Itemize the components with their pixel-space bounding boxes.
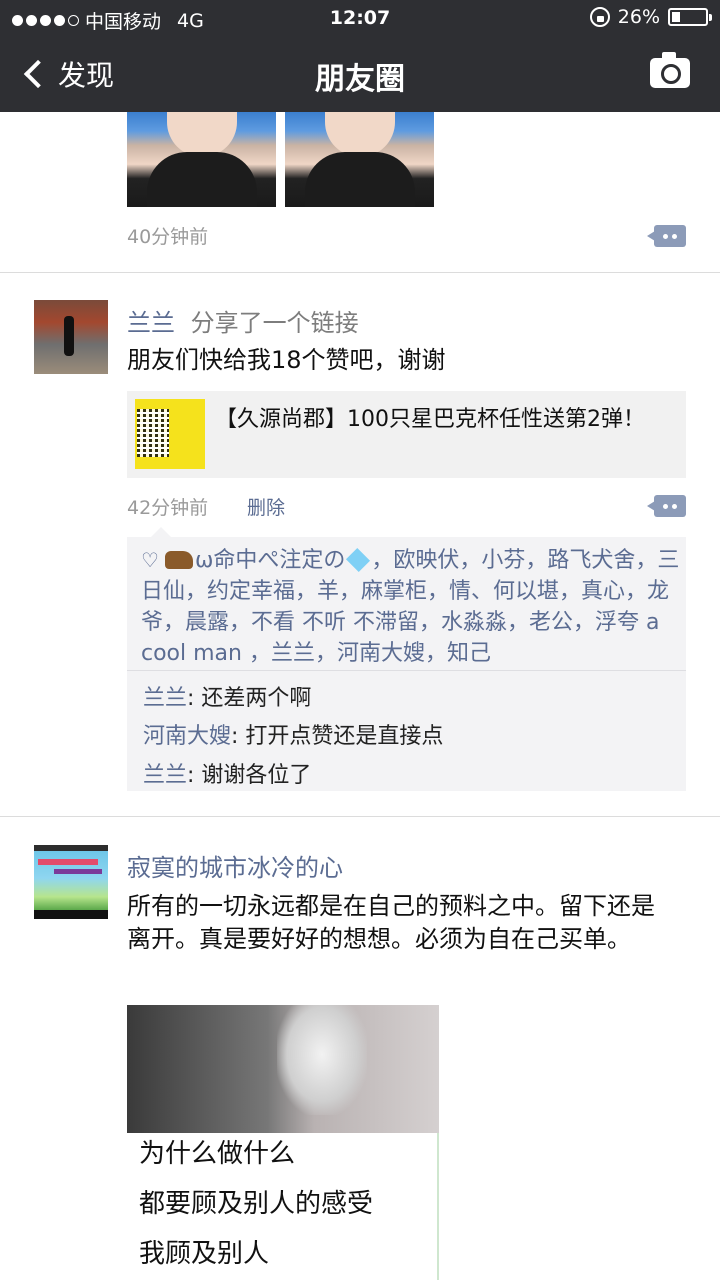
comment-text: : 还差两个啊 <box>187 686 312 711</box>
avatar[interactable] <box>34 845 108 919</box>
heart-icon: ♡ <box>141 548 159 572</box>
status-right: 26% <box>589 6 712 28</box>
divider <box>0 816 720 817</box>
author-name[interactable]: 兰兰 <box>127 309 175 337</box>
delete-button[interactable]: 删除 <box>247 493 285 520</box>
comment-text: : 打开点赞还是直接点 <box>231 724 444 749</box>
status-bar: 中国移动 4G 12:07 26% <box>0 0 720 38</box>
likes-comments-box: ♡ ω命中ぺ注定の ，欧映伏，小芬，路飞犬舍，三日仙，约定幸福，羊，麻掌柜，情、何以… <box>127 527 686 791</box>
post-author[interactable]: 兰兰 分享了一个链接 <box>127 303 359 338</box>
share-action: 分享了一个链接 <box>190 309 359 337</box>
comment-item[interactable]: 兰兰: 还差两个啊 <box>143 680 311 712</box>
top-bar: 中国移动 4G 12:07 26% 发现 朋友圈 <box>0 0 720 112</box>
page-title: 朋友圈 <box>315 62 405 97</box>
horse-emoji-icon <box>164 551 193 569</box>
image-caption-line: 都要顾及别人的感受 <box>139 1189 374 1219</box>
divider <box>127 670 686 671</box>
comment-item[interactable]: 兰兰: 谢谢各位了 <box>143 757 311 789</box>
comment-text: : 谢谢各位了 <box>187 763 312 788</box>
link-thumbnail <box>135 399 205 469</box>
comment-more-icon[interactable] <box>647 495 686 517</box>
post-image[interactable]: 为什么做什么 都要顾及别人的感受 我顾及别人 <box>127 1005 439 1280</box>
comment-author[interactable]: 兰兰 <box>143 763 187 788</box>
image-caption-line: 为什么做什么 <box>139 1139 296 1169</box>
post-photo-2[interactable] <box>285 112 434 207</box>
shared-link-card[interactable]: 【久源尚郡】100只星巴克杯任性送第2弹！ <box>127 391 686 478</box>
link-title: 【久源尚郡】100只星巴克杯任性送第2弹！ <box>215 407 645 432</box>
like-user[interactable]: ω命中ぺ注定の <box>195 548 345 573</box>
comment-author[interactable]: 河南大嫂 <box>143 724 231 749</box>
battery-icon <box>668 8 712 26</box>
post-author[interactable]: 寂寞的城市冰冷的心 <box>127 848 343 883</box>
post-time: 40分钟前 <box>127 226 209 248</box>
image-caption-line: 我顾及别人 <box>139 1239 270 1269</box>
battery-percent: 26% <box>617 6 660 28</box>
avatar[interactable] <box>34 300 108 374</box>
post-photo-1[interactable] <box>127 112 276 207</box>
comment-item[interactable]: 河南大嫂: 打开点赞还是直接点 <box>143 718 443 750</box>
post-text: 所有的一切永远都是在自己的预料之中。留下还是离开。真是要好好的想想。必须为自在己… <box>127 892 655 953</box>
comment-author[interactable]: 兰兰 <box>143 686 187 711</box>
post-text: 朋友们快给我18个赞吧，谢谢 <box>127 346 446 374</box>
nav-bar: 发现 朋友圈 <box>0 38 720 112</box>
camera-icon[interactable] <box>650 52 690 88</box>
post-time: 42分钟前 <box>127 497 209 519</box>
diamond-emoji-icon <box>346 547 371 573</box>
battery-fill <box>672 12 680 22</box>
rotation-lock-icon <box>589 7 610 27</box>
divider <box>0 272 720 273</box>
likes-list: ♡ ω命中ぺ注定の ，欧映伏，小芬，路飞犬舍，三日仙，约定幸福，羊，麻掌柜，情、何以… <box>141 545 681 669</box>
comment-more-icon[interactable] <box>647 225 686 247</box>
